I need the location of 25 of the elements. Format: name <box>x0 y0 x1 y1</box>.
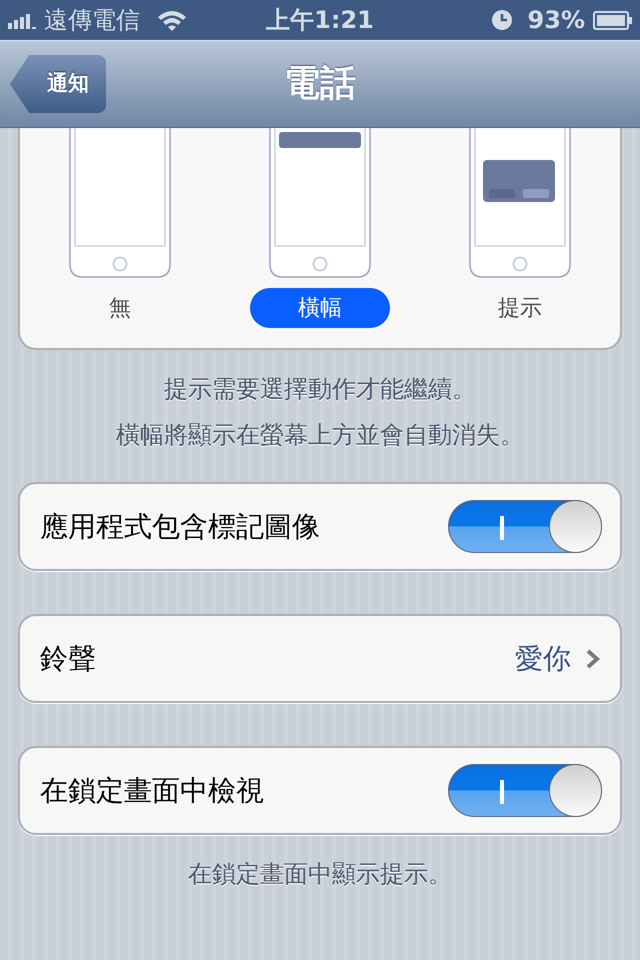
alert-style-option[interactable]: 橫幅 <box>250 288 390 328</box>
settings-row[interactable]: 應用程式包含標記圖像 <box>18 482 622 571</box>
footer-text: 在鎖定畫面中顯示提示。 <box>187 859 453 890</box>
toggle-switch[interactable] <box>448 764 602 817</box>
row-label: 在鎖定畫面中檢視 <box>40 772 265 808</box>
footer-text: 提示需要選擇動作才能繼續。 <box>163 374 477 405</box>
battery-icon <box>593 10 632 30</box>
alert-style-option[interactable]: 提示 <box>450 288 590 328</box>
settings-row[interactable]: 在鎖定畫面中檢視 <box>18 746 622 835</box>
row-label: 應用程式包含標記圖像 <box>40 508 321 544</box>
signal-icon <box>8 12 36 28</box>
row-value: 愛你 <box>515 640 571 676</box>
row-label: 鈴聲 <box>40 640 97 676</box>
footer-text: 橫幅將顯示在螢幕上方並會自動消失。 <box>115 420 525 451</box>
toggle-switch[interactable] <box>448 500 602 553</box>
chevron-icon <box>585 648 600 668</box>
battery-percent: 93% <box>528 5 585 36</box>
status-time: 上午1:21 <box>266 5 374 36</box>
alert-style-option[interactable]: 無 <box>50 288 190 328</box>
carrier-name: 遠傳電信 <box>44 5 140 36</box>
wifi-icon <box>156 9 188 31</box>
back-button[interactable]: 通知 <box>10 55 106 113</box>
clock-icon <box>492 10 512 30</box>
nav-title: 電話 <box>284 62 356 106</box>
settings-row[interactable]: 鈴聲 愛你 <box>18 614 622 703</box>
